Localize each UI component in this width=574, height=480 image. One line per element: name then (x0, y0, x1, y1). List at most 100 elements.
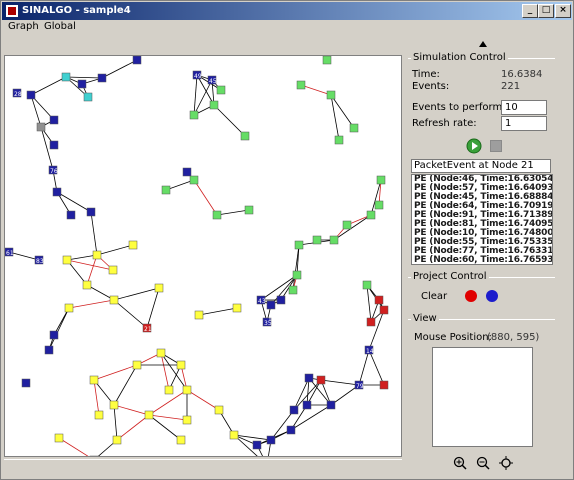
graph-node[interactable] (21, 378, 31, 388)
graph-node[interactable] (374, 295, 384, 305)
graph-node[interactable] (329, 235, 339, 245)
graph-node[interactable] (366, 210, 376, 220)
graph-node[interactable] (276, 295, 286, 305)
graph-node[interactable] (286, 425, 296, 435)
graph-node[interactable] (182, 415, 192, 425)
graph-node[interactable] (144, 410, 154, 420)
graph-node[interactable] (302, 400, 312, 410)
graph-node[interactable] (304, 373, 314, 383)
graph-node[interactable] (216, 85, 226, 95)
graph-node[interactable] (64, 303, 74, 313)
graph-node[interactable] (209, 100, 219, 110)
graph-node[interactable] (112, 435, 122, 445)
graph-node[interactable] (349, 123, 359, 133)
menu-graph[interactable]: Graph (8, 21, 39, 32)
graph-node[interactable] (194, 310, 204, 320)
graph-node[interactable] (156, 348, 166, 358)
graph-node[interactable] (296, 80, 306, 90)
graph-node[interactable] (182, 167, 192, 177)
graph-node[interactable] (289, 405, 299, 415)
graph-node[interactable] (379, 305, 389, 315)
graph-node[interactable] (244, 205, 254, 215)
horizontal-scrollbar[interactable] (4, 459, 402, 475)
graph-node[interactable] (92, 250, 102, 260)
graph-node[interactable] (109, 400, 119, 410)
maximize-button[interactable]: □ (538, 4, 554, 18)
graph-node[interactable] (176, 360, 186, 370)
graph-node[interactable] (189, 110, 199, 120)
graph-node[interactable] (26, 90, 36, 100)
event-queue-list[interactable]: PE (Node:46, Time:16.63054676... PE (Nod… (411, 174, 553, 265)
graph-node[interactable] (334, 135, 344, 145)
graph-node[interactable] (316, 375, 326, 385)
graph-node[interactable] (49, 330, 59, 340)
graph-node[interactable] (36, 122, 46, 132)
blue-circle-icon[interactable] (486, 290, 498, 302)
graph-node[interactable] (109, 295, 119, 305)
graph-node[interactable] (82, 280, 92, 290)
menu-global[interactable]: Global (44, 21, 76, 32)
graph-node[interactable] (379, 380, 389, 390)
events-to-perform-input[interactable]: 10 (501, 100, 547, 115)
graph-node[interactable] (49, 140, 59, 150)
graph-node[interactable] (97, 73, 107, 83)
graph-node[interactable] (312, 235, 322, 245)
graph-node[interactable] (54, 433, 64, 443)
graph-node[interactable] (252, 440, 262, 450)
graph-node[interactable] (61, 72, 71, 82)
graph-node[interactable] (86, 207, 96, 217)
graph-node[interactable] (294, 240, 304, 250)
graph-canvas[interactable]: 49 45 43 100 14 79 83 76 61 28 21 35 (4, 55, 402, 457)
graph-node[interactable] (89, 375, 99, 385)
graph-node[interactable] (322, 56, 332, 65)
graph-node[interactable] (266, 300, 276, 310)
graph-node[interactable] (94, 410, 104, 420)
graph-node[interactable] (240, 131, 250, 141)
close-button[interactable]: × (555, 4, 571, 18)
refresh-rate-input[interactable]: 1 (501, 116, 547, 131)
graph-node[interactable] (292, 270, 302, 280)
minimize-button[interactable]: _ (522, 4, 538, 18)
graph-node[interactable] (182, 385, 192, 395)
graph-node[interactable] (232, 303, 242, 313)
graph-node[interactable] (132, 56, 142, 65)
graph-node[interactable] (62, 255, 72, 265)
graph-node[interactable] (108, 265, 118, 275)
graph-node[interactable] (326, 90, 336, 100)
graph-node[interactable] (132, 360, 142, 370)
graph-node[interactable] (128, 240, 138, 250)
event-row[interactable]: PE (Node:60, Time:16.76593566... (412, 256, 552, 265)
clear-button[interactable]: Clear (421, 291, 447, 302)
graph-node[interactable] (266, 435, 276, 445)
play-icon[interactable] (466, 138, 482, 154)
zoom-fit-icon[interactable] (499, 456, 513, 470)
graph-node[interactable] (52, 187, 62, 197)
graph-node[interactable] (161, 185, 171, 195)
graph-node[interactable] (326, 400, 336, 410)
graph-node[interactable] (83, 92, 93, 102)
graph-node[interactable] (342, 220, 352, 230)
split-arrow-icon[interactable] (479, 41, 487, 47)
graph-node[interactable] (374, 200, 384, 210)
graph-node[interactable] (164, 385, 174, 395)
graph-node[interactable] (154, 283, 164, 293)
graph-node[interactable] (89, 455, 99, 457)
graph-node[interactable] (49, 115, 59, 125)
graph-node[interactable] (66, 210, 76, 220)
graph-node[interactable] (212, 210, 222, 220)
zoom-in-icon[interactable] (453, 456, 467, 470)
graph-node[interactable] (189, 175, 199, 185)
red-circle-icon[interactable] (465, 290, 477, 302)
zoom-out-icon[interactable] (476, 456, 490, 470)
graph-node[interactable] (44, 345, 54, 355)
graph-node[interactable] (366, 317, 376, 327)
stop-icon[interactable] (490, 140, 502, 152)
view-preview[interactable] (432, 347, 533, 447)
graph-node[interactable] (176, 435, 186, 445)
graph-node[interactable] (362, 280, 372, 290)
graph-node[interactable] (77, 79, 87, 89)
graph-node[interactable] (376, 175, 386, 185)
graph-node[interactable] (214, 405, 224, 415)
graph-node[interactable] (288, 285, 298, 295)
graph-node[interactable] (229, 430, 239, 440)
